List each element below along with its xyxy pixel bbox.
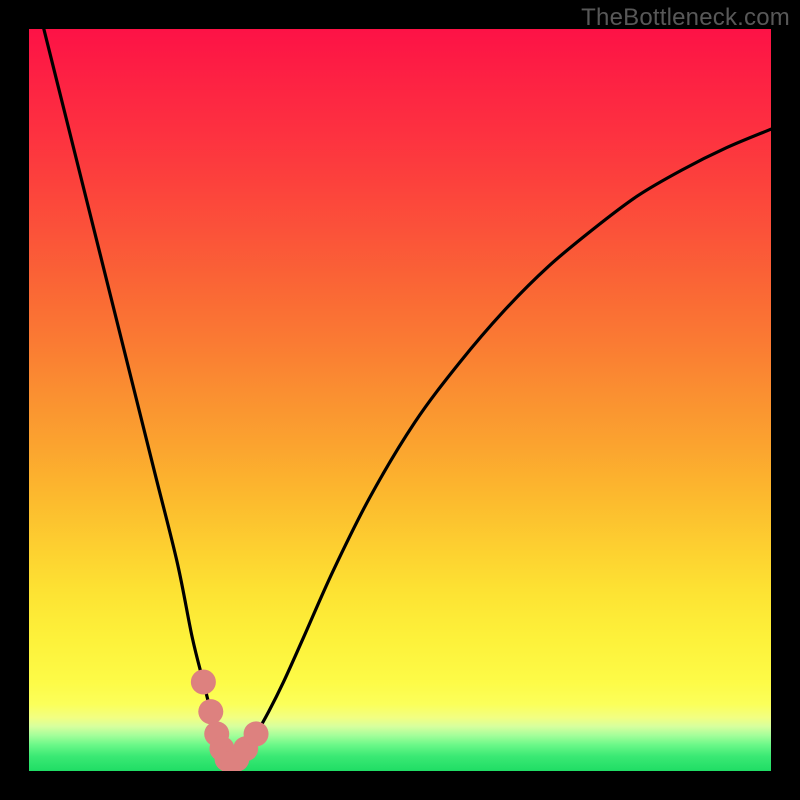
chart-frame: TheBottleneck.com [0, 0, 800, 800]
plot-area [29, 29, 771, 771]
marker-layer [29, 29, 771, 771]
curve-marker [198, 699, 223, 724]
curve-marker [244, 721, 269, 746]
watermark-text: TheBottleneck.com [581, 4, 790, 32]
curve-marker [191, 669, 216, 694]
